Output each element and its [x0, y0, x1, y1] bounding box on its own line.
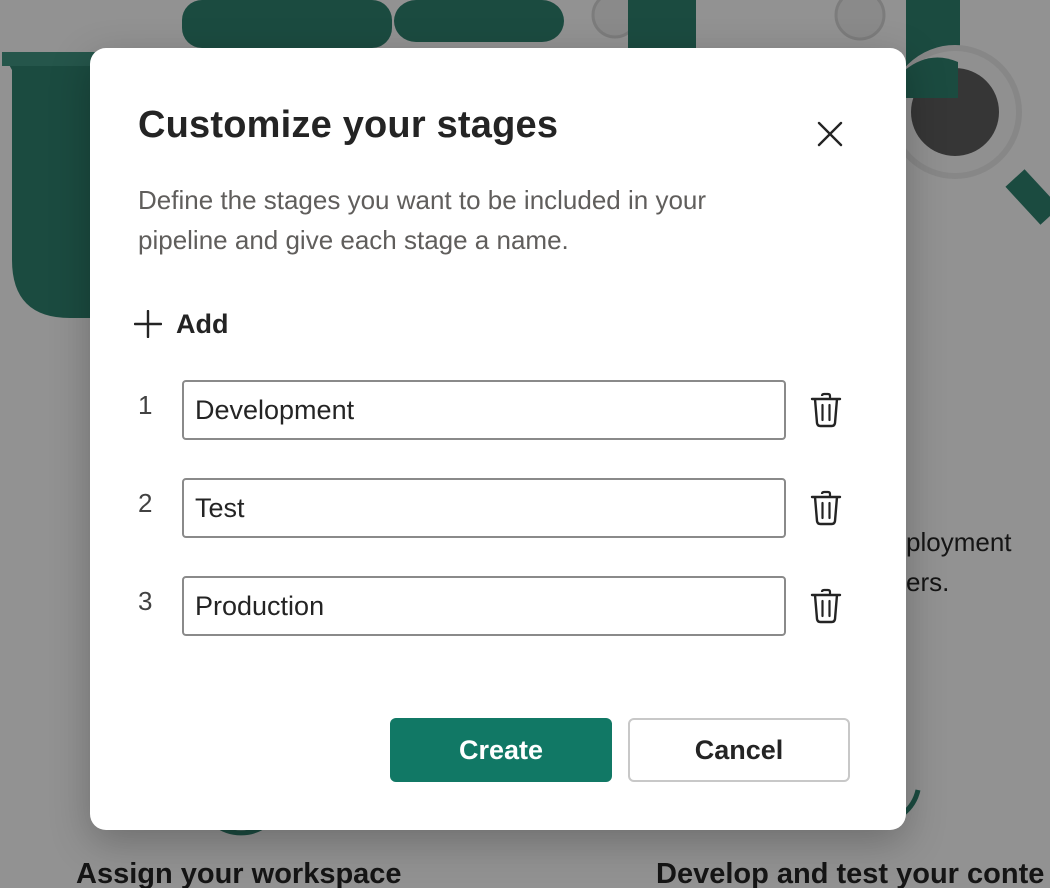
create-button[interactable]: Create — [390, 718, 612, 782]
dialog-description: Define the stages you want to be include… — [138, 185, 707, 255]
stage-row: 1 — [138, 380, 858, 440]
delete-stage-button[interactable] — [806, 390, 846, 430]
stage-name-input[interactable] — [182, 576, 786, 636]
trash-icon — [810, 392, 842, 428]
add-stage-label: Add — [176, 308, 229, 339]
delete-stage-button[interactable] — [806, 488, 846, 528]
stage-number: 1 — [138, 390, 153, 420]
stage-row: 2 — [138, 478, 858, 538]
cancel-button[interactable]: Cancel — [628, 718, 850, 782]
dialog-title: Customize your stages — [138, 104, 559, 146]
close-button[interactable] — [810, 114, 850, 154]
trash-icon — [810, 588, 842, 624]
stage-number: 3 — [138, 586, 153, 616]
add-stage-button[interactable]: Add — [134, 304, 228, 344]
stage-number: 2 — [138, 488, 153, 518]
delete-stage-button[interactable] — [806, 586, 846, 626]
stage-name-input[interactable] — [182, 380, 786, 440]
stage-row: 3 — [138, 576, 858, 636]
close-icon — [817, 121, 843, 147]
plus-icon — [134, 310, 162, 338]
trash-icon — [810, 490, 842, 526]
customize-stages-dialog: Customize your stages Define the stages … — [90, 48, 906, 830]
stage-name-input[interactable] — [182, 478, 786, 538]
